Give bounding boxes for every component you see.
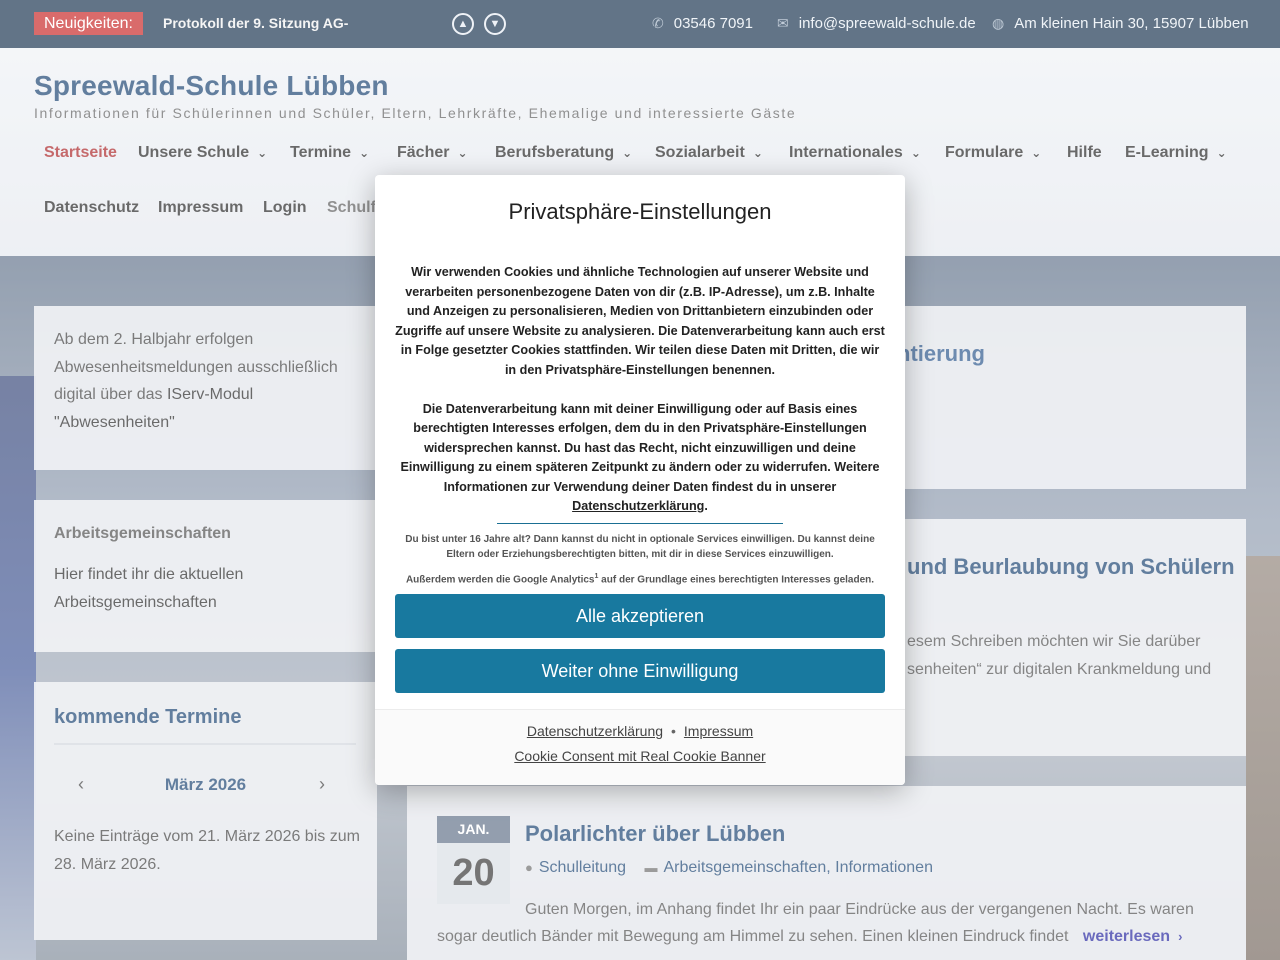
dialog-title: Privatsphäre-Einstellungen: [508, 199, 772, 224]
consent-paragraph: Die Datenverarbeitung kann mit deiner Ei…: [395, 400, 885, 517]
divider: [497, 523, 783, 524]
dialog-body: Wir verwenden Cookies und ähnliche Techn…: [395, 263, 885, 517]
accept-all-button[interactable]: Alle akzeptieren: [395, 594, 885, 638]
age-notice: Du bist unter 16 Jahre alt? Dann kannst …: [405, 534, 875, 560]
dialog-footer: Datenschutzerklärung • Impressum Cookie Co…: [375, 709, 905, 785]
footer-imprint-link[interactable]: Impressum: [684, 723, 753, 739]
cookie-banner-credit-link[interactable]: Cookie Consent mit Real Cookie Banner: [375, 748, 905, 764]
consent-paragraph: Wir verwenden Cookies und ähnliche Techn…: [395, 265, 885, 377]
privacy-policy-link[interactable]: Datenschutzerklärung: [572, 499, 704, 513]
analytics-text-end: auf der Grundlage eines berechtigten Int…: [598, 574, 875, 586]
footer-links: Datenschutzerklärung • Impressum: [375, 723, 905, 739]
analytics-notice: Außerdem werden die Google Analytics1 au…: [399, 569, 881, 587]
continue-without-consent-button[interactable]: Weiter ohne Einwilligung: [395, 649, 885, 693]
footer-separator: •: [671, 723, 676, 739]
analytics-text: Außerdem werden die Google Analytics: [405, 574, 595, 586]
consent-text: Die Datenverarbeitung kann mit deiner Ei…: [400, 401, 880, 494]
consent-period: .: [704, 499, 708, 513]
footer-privacy-link[interactable]: Datenschutzerklärung: [527, 723, 663, 739]
privacy-settings-dialog: Privatsphäre-Einstellungen Wir verwenden…: [375, 175, 905, 785]
